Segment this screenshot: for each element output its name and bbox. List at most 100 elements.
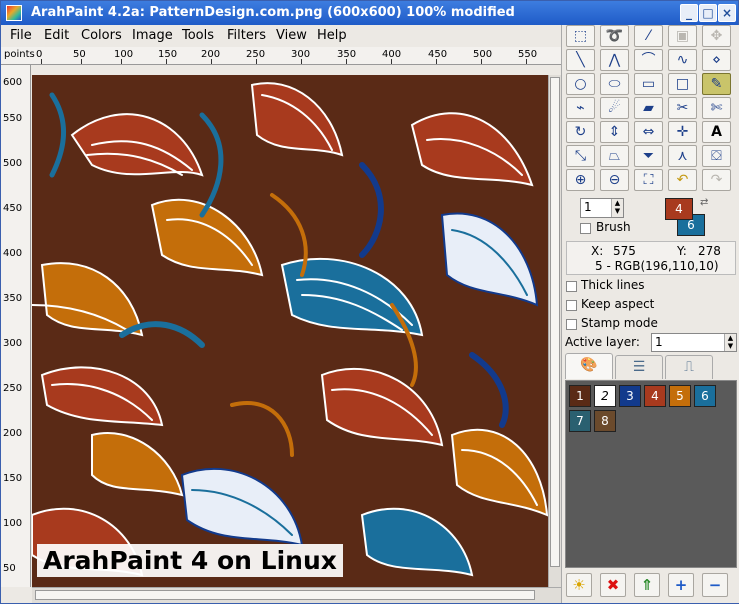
palette-swatch[interactable]: 8 (594, 410, 616, 432)
funnel-icon[interactable]: ⏷ (634, 145, 663, 167)
remove-color-icon[interactable]: − (702, 573, 728, 597)
tab-palette[interactable]: 🎨 (565, 353, 613, 379)
palette-swatch[interactable]: 1 (569, 385, 591, 407)
select-rect-icon[interactable]: ⬚ (566, 25, 595, 47)
h-ruler-label: 550 (518, 49, 538, 60)
h-ruler-label: 500 (473, 49, 493, 60)
pencil-icon[interactable]: ✎ (702, 73, 731, 95)
palette-swatch[interactable]: 4 (644, 385, 666, 407)
v-ruler-label: 250 (3, 383, 23, 394)
zoom-in-icon[interactable]: ⊕ (566, 169, 595, 191)
menu-help[interactable]: Help (317, 28, 347, 43)
merge-colors-icon[interactable]: ⇑ (634, 573, 660, 597)
rotate-icon[interactable]: ↻ (566, 121, 595, 143)
active-layer-stepper[interactable]: 1 ▲ ▼ (651, 333, 737, 352)
delete-color-icon[interactable]: ✖ (600, 573, 626, 597)
flip-horizontal-icon[interactable]: ⇔ (634, 121, 663, 143)
stamp-icon: ⎍ (684, 359, 694, 375)
minimize-button[interactable]: _ (680, 4, 698, 22)
tab-layers[interactable]: ☰ (615, 355, 663, 379)
resize-icon[interactable]: ⤡ (566, 145, 595, 167)
menu-edit[interactable]: Edit (44, 28, 69, 43)
layers-icon: ☰ (632, 359, 646, 375)
align-icon[interactable]: ✛ (668, 121, 697, 143)
move-icon[interactable]: ✥ (702, 25, 731, 47)
horizontal-scrollbar[interactable] (32, 587, 561, 603)
zoom-fit-icon[interactable]: ⛶ (634, 169, 663, 191)
crop-icon[interactable]: ▣ (668, 25, 697, 47)
brush-size-stepper[interactable]: 1 ▲ ▼ (580, 198, 624, 218)
path-icon[interactable]: ⋄ (702, 49, 731, 71)
stepper-arrows-icon[interactable]: ▲ ▼ (611, 199, 623, 217)
menu-colors[interactable]: Colors (81, 28, 122, 43)
keep-aspect-checkbox[interactable] (566, 300, 577, 311)
stepper-arrows-icon[interactable]: ▲ ▼ (724, 334, 736, 351)
brush-checkbox[interactable] (580, 223, 591, 234)
magic-wand-icon[interactable]: ⁄ (634, 25, 663, 47)
line-icon[interactable]: ╲ (566, 49, 595, 71)
tab-stamps[interactable]: ⎍ (665, 355, 713, 379)
ruler-tick (41, 59, 42, 64)
bezier-icon[interactable]: ∿ (668, 49, 697, 71)
title-bar[interactable]: ArahPaint 4.2a: PatternDesign.com.png (6… (1, 1, 738, 25)
scroll-thumb[interactable] (35, 590, 535, 600)
curve-icon[interactable]: ⌒ (634, 49, 663, 71)
text-icon[interactable]: A (702, 121, 731, 143)
palette-swatch[interactable]: 7 (569, 410, 591, 432)
stamp-mode-checkbox[interactable] (566, 319, 577, 330)
zoom-out-icon[interactable]: ⊖ (600, 169, 629, 191)
v-ruler-label: 150 (3, 473, 23, 484)
drawing-canvas[interactable] (32, 75, 548, 587)
rectangle-icon[interactable]: ▭ (634, 73, 663, 95)
lasso-icon[interactable]: ➰ (600, 25, 629, 47)
ruler-tick (391, 59, 392, 64)
polyline-icon[interactable]: ⋀ (600, 49, 629, 71)
lightbulb-icon[interactable]: ☀ (566, 573, 592, 597)
scissors-icon[interactable]: ✂ (668, 97, 697, 119)
ruler-tick (346, 59, 347, 64)
ruler-tick (166, 59, 167, 64)
brush-size-value: 1 (584, 200, 592, 214)
eraser-icon[interactable]: ▰ (634, 97, 663, 119)
horizontal-ruler: points 0 50 100 150 200 250 300 350 400 … (1, 47, 561, 65)
thick-lines-label: Thick lines (581, 278, 645, 292)
ruler-tick (481, 59, 482, 64)
undo-icon[interactable]: ↶ (668, 169, 697, 191)
perspective-icon[interactable]: ⏢ (600, 145, 629, 167)
flip-vertical-icon[interactable]: ⇕ (600, 121, 629, 143)
v-ruler-label: 100 (3, 518, 23, 529)
cursor-x-label: X: (591, 244, 604, 258)
keep-aspect-label: Keep aspect (581, 297, 655, 311)
palette-swatch[interactable]: 5 (669, 385, 691, 407)
active-layer-value: 1 (655, 335, 663, 349)
menu-tools[interactable]: Tools (182, 28, 214, 43)
ellipse-outline-icon[interactable]: ○ (566, 73, 595, 95)
swap-colors-icon[interactable]: ⇄ (700, 197, 708, 208)
palette-swatch[interactable]: 2 (594, 385, 616, 407)
app-logo-icon (6, 5, 22, 21)
maximize-button[interactable]: □ (699, 4, 717, 22)
eyedropper-icon[interactable]: ⌁ (566, 97, 595, 119)
thick-lines-checkbox[interactable] (566, 281, 577, 292)
spray-icon[interactable]: ☄ (600, 97, 629, 119)
palette-swatch[interactable]: 6 (694, 385, 716, 407)
h-ruler-label: 150 (158, 49, 178, 60)
menu-file[interactable]: File (10, 28, 32, 43)
cut-color-icon[interactable]: ✄ (702, 97, 731, 119)
active-layer-label: Active layer: (565, 335, 640, 349)
add-color-icon[interactable]: + (668, 573, 694, 597)
bucket-icon[interactable]: ⛋ (702, 145, 731, 167)
scroll-thumb[interactable] (550, 77, 560, 567)
menu-image[interactable]: Image (132, 28, 173, 43)
menu-filters[interactable]: Filters (227, 28, 266, 43)
square-icon[interactable]: □ (668, 73, 697, 95)
v-ruler-label: 600 (3, 77, 23, 88)
primary-color-swatch[interactable]: 4 (665, 198, 693, 220)
menu-view[interactable]: View (276, 28, 307, 43)
vertical-scrollbar[interactable] (548, 75, 561, 587)
palette-swatch[interactable]: 3 (619, 385, 641, 407)
ellipse-icon[interactable]: ⬭ (600, 73, 629, 95)
close-button[interactable]: × (718, 4, 736, 22)
compass-icon[interactable]: ⋏ (668, 145, 697, 167)
redo-icon[interactable]: ↷ (702, 169, 731, 191)
